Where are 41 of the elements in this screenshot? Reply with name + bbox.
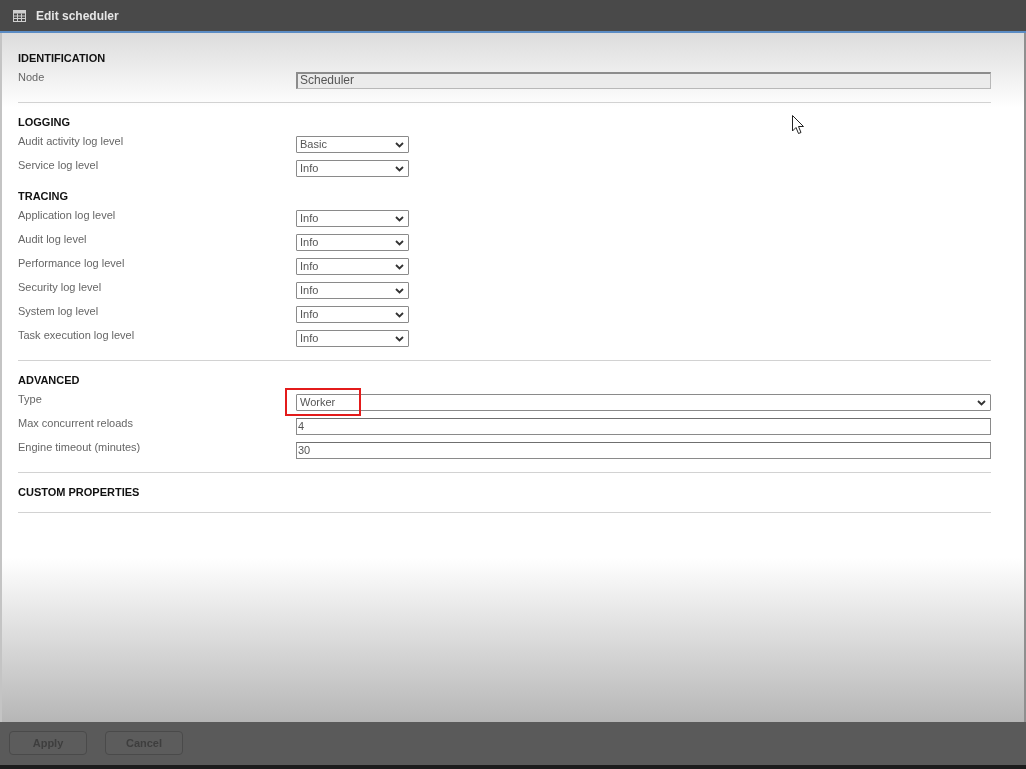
- section-heading: ADVANCED: [18, 373, 80, 387]
- chevron-down-icon: [395, 165, 404, 172]
- chevron-down-icon: [395, 335, 404, 342]
- dropdown[interactable]: Info: [296, 282, 409, 299]
- field-label: Task execution log level: [18, 328, 136, 342]
- dropdown[interactable]: Worker: [296, 394, 991, 411]
- chevron-down-icon: [395, 263, 404, 270]
- field-label: Audit log level: [18, 232, 88, 246]
- chevron-down-icon: [395, 215, 404, 222]
- dropdown[interactable]: Info: [296, 234, 409, 251]
- dropdown[interactable]: Info: [296, 210, 409, 227]
- section-heading: CUSTOM PROPERTIES: [18, 485, 140, 499]
- field-label: Audit activity log level: [18, 134, 125, 148]
- section-heading: LOGGING: [18, 115, 70, 129]
- calendar-icon: [13, 9, 26, 22]
- mouse-pointer-icon: [792, 115, 805, 135]
- input-field[interactable]: 4: [296, 418, 991, 435]
- field-label: Performance log level: [18, 256, 126, 270]
- chevron-down-icon: [395, 287, 404, 294]
- chevron-down-icon: [395, 141, 404, 148]
- field-label: Service log level: [18, 158, 100, 172]
- field-label: Type: [18, 392, 43, 406]
- field-label: System log level: [18, 304, 100, 318]
- field-label: Node: [18, 70, 46, 84]
- field-label: Engine timeout (minutes): [18, 440, 142, 454]
- dropdown[interactable]: Info: [296, 330, 409, 347]
- chevron-down-icon: [977, 399, 986, 406]
- window-title: Edit scheduler: [36, 7, 119, 25]
- section-heading: TRACING: [18, 189, 69, 203]
- dropdown[interactable]: Info: [296, 160, 409, 177]
- dropdown[interactable]: Basic: [296, 136, 409, 153]
- field-label: Application log level: [18, 208, 117, 222]
- dropdown[interactable]: Info: [296, 258, 409, 275]
- field-label: Max concurrent reloads: [18, 416, 134, 430]
- chevron-down-icon: [395, 239, 404, 246]
- dropdown[interactable]: Info: [296, 306, 409, 323]
- input-field[interactable]: Scheduler: [296, 72, 991, 89]
- field-label: Security log level: [18, 280, 103, 294]
- input-field[interactable]: 30: [296, 442, 991, 459]
- chevron-down-icon: [395, 311, 404, 318]
- section-heading: IDENTIFICATION: [18, 51, 106, 65]
